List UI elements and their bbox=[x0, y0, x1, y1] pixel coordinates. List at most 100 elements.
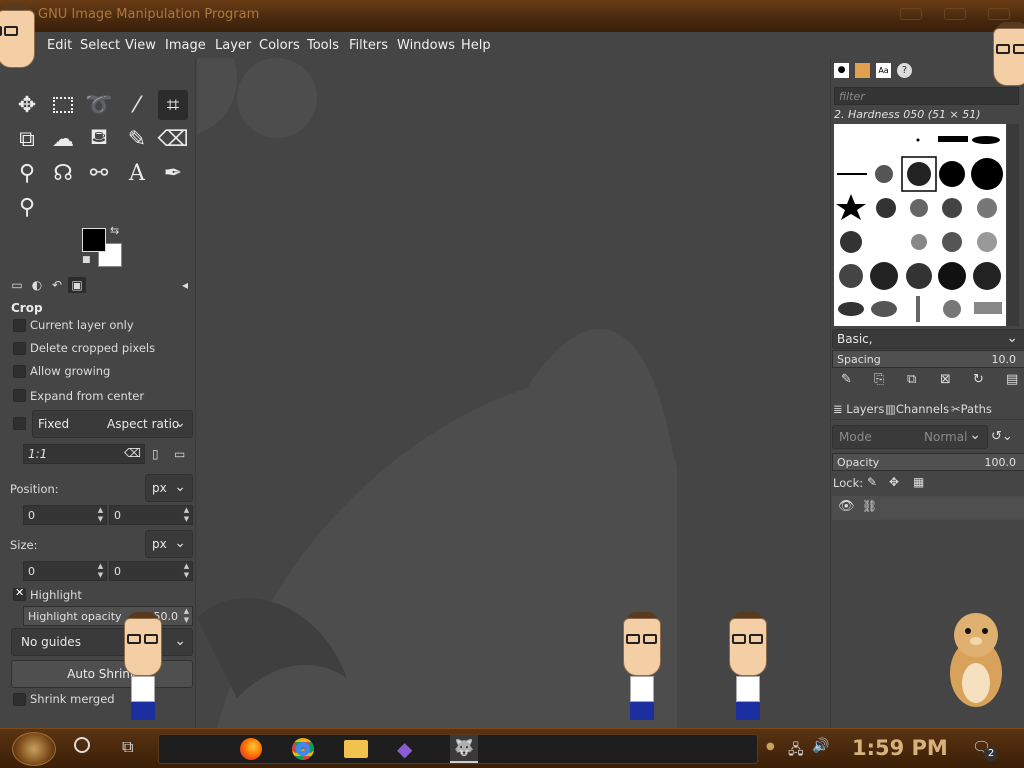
brush-preset-select[interactable]: Basic, ⌄ bbox=[832, 329, 1024, 349]
spin-arrows-icon[interactable]: ▲ ▼ bbox=[181, 607, 192, 625]
edit-brush-icon[interactable]: ✎ bbox=[841, 372, 852, 387]
menu-colors[interactable]: Colors bbox=[259, 38, 300, 53]
brushes-tab-icon[interactable]: ● bbox=[834, 63, 849, 78]
visual-studio-app-icon[interactable]: ◆ bbox=[397, 737, 412, 761]
default-colors-icon[interactable]: ■ bbox=[82, 255, 91, 265]
lasso-tool-icon[interactable]: ➰ bbox=[84, 90, 114, 120]
delete-brush-icon[interactable]: ⊠ bbox=[940, 372, 951, 387]
menu-layer[interactable]: Layer bbox=[215, 38, 251, 53]
lock-pixels-icon[interactable]: ✎ bbox=[867, 475, 877, 489]
current-layer-only-checkbox[interactable] bbox=[13, 319, 26, 332]
layer-opacity-slider[interactable]: Opacity 100.0 bbox=[832, 453, 1024, 471]
close-button[interactable] bbox=[988, 8, 1010, 20]
transform-tool-icon[interactable]: ⧉ bbox=[12, 124, 42, 154]
brush-scrollbar[interactable] bbox=[1007, 124, 1019, 326]
size-height-input[interactable]: 0 ▲ ▼ bbox=[109, 561, 193, 581]
chrome-app-icon[interactable] bbox=[292, 738, 314, 760]
spacing-slider[interactable]: Spacing 10.0 bbox=[832, 350, 1024, 368]
layer-list[interactable]: 👁 ⛓ bbox=[832, 496, 1024, 520]
position-unit-select[interactable]: px ⌄ bbox=[145, 474, 193, 502]
fixed-checkbox[interactable] bbox=[13, 417, 26, 430]
search-circle-icon[interactable] bbox=[74, 737, 90, 753]
lock-alpha-icon[interactable]: ▦ bbox=[913, 475, 924, 489]
menu-help[interactable]: Help bbox=[461, 38, 491, 53]
size-unit-select[interactable]: px ⌄ bbox=[145, 530, 193, 558]
device-status-tab-icon[interactable]: ◐ bbox=[28, 277, 46, 293]
refresh-brushes-icon[interactable]: ↻ bbox=[973, 372, 984, 387]
menu-select[interactable]: Select bbox=[80, 38, 120, 53]
tool-options-tab-icon[interactable]: ▭ bbox=[8, 277, 26, 293]
brush-grid[interactable] bbox=[834, 124, 1006, 326]
layer-visibility-icon[interactable]: 👁 bbox=[838, 499, 855, 514]
landscape-icon[interactable]: ▭ bbox=[174, 447, 185, 461]
text-tool-icon[interactable]: A bbox=[122, 158, 152, 188]
rect-select-tool-icon[interactable] bbox=[48, 90, 78, 120]
images-tab-icon[interactable]: ▣ bbox=[68, 277, 86, 293]
fuzzy-select-tool-icon[interactable]: ⁄ bbox=[122, 90, 152, 120]
chevron-down-icon: ⌄ bbox=[969, 427, 981, 443]
portrait-icon[interactable]: ▯ bbox=[152, 447, 159, 461]
task-view-icon[interactable]: ⧉ bbox=[122, 737, 133, 757]
clone-tool-icon[interactable]: ⚲ bbox=[12, 158, 42, 188]
position-x-input[interactable]: 0 ▲ ▼ bbox=[23, 505, 107, 525]
menu-filters[interactable]: Filters bbox=[349, 38, 388, 53]
duplicate-brush-icon[interactable]: ⧉ bbox=[907, 372, 916, 387]
firefox-app-icon[interactable] bbox=[240, 738, 262, 760]
new-brush-icon[interactable]: ⎘ bbox=[874, 372, 884, 387]
bucket-fill-tool-icon[interactable]: ⛾ bbox=[84, 124, 114, 154]
start-button[interactable] bbox=[12, 732, 56, 766]
reset-mode-icon[interactable]: ↺⌄ bbox=[991, 429, 1013, 444]
color-picker-tool-icon[interactable]: ✒ bbox=[158, 158, 188, 188]
lock-position-icon[interactable]: ✥ bbox=[889, 475, 899, 489]
minimize-button[interactable] bbox=[900, 8, 922, 20]
warp-tool-icon[interactable]: ☁ bbox=[48, 124, 78, 154]
file-explorer-app-icon[interactable] bbox=[344, 740, 368, 758]
network-icon[interactable]: 🖧 bbox=[788, 739, 804, 763]
configure-tab-icon[interactable]: ◂ bbox=[176, 277, 194, 293]
layer-mode-select[interactable]: Mode Normal ⌄ bbox=[832, 425, 988, 449]
volume-icon[interactable]: 🔊 bbox=[812, 738, 829, 754]
menu-view[interactable]: View bbox=[125, 38, 156, 53]
fonts-tab-icon[interactable]: Aa bbox=[876, 63, 891, 78]
layer-chain-icon[interactable]: ⛓ bbox=[862, 499, 877, 513]
show-hidden-icons-icon[interactable]: ● bbox=[766, 741, 775, 752]
expand-from-center-checkbox[interactable] bbox=[13, 389, 26, 402]
layer-name-area[interactable] bbox=[880, 498, 1024, 518]
menu-image[interactable]: Image bbox=[165, 38, 206, 53]
spin-arrows-icon[interactable]: ▲ ▼ bbox=[181, 506, 192, 524]
spin-arrows-icon[interactable]: ▲ ▼ bbox=[181, 562, 192, 580]
open-brush-folder-icon[interactable]: ▤ bbox=[1006, 372, 1018, 387]
position-y-input[interactable]: 0 ▲ ▼ bbox=[109, 505, 193, 525]
allow-growing-checkbox[interactable] bbox=[13, 365, 26, 378]
shrink-merged-checkbox[interactable] bbox=[13, 693, 26, 706]
smudge-tool-icon[interactable]: ☊ bbox=[48, 158, 78, 188]
size-width-input[interactable]: 0 ▲ ▼ bbox=[23, 561, 107, 581]
maximize-button[interactable] bbox=[944, 8, 966, 20]
undo-history-tab-icon[interactable]: ↶ bbox=[48, 277, 66, 293]
foreground-color-swatch[interactable] bbox=[82, 228, 106, 252]
clear-ratio-icon[interactable]: ⌫ bbox=[124, 446, 141, 460]
patterns-tab-icon[interactable] bbox=[855, 63, 870, 78]
tab-channels[interactable]: ▥Channels bbox=[885, 402, 949, 416]
spin-arrows-icon[interactable]: ▲ ▼ bbox=[95, 506, 106, 524]
eraser-tool-icon[interactable]: ⌫ bbox=[157, 124, 188, 154]
zoom-tool-icon[interactable]: ⚲ bbox=[12, 192, 42, 222]
taskbar-clock[interactable]: 1:59 PM bbox=[852, 736, 948, 760]
paths-tool-icon[interactable]: ⚯ bbox=[84, 158, 114, 188]
paintbrush-tool-icon[interactable]: ✎ bbox=[122, 124, 152, 154]
gimp-app-icon[interactable]: 🐺 bbox=[450, 735, 478, 763]
spin-arrows-icon[interactable]: ▲ ▼ bbox=[95, 562, 106, 580]
swap-colors-icon[interactable]: ⇆ bbox=[110, 224, 119, 237]
tab-layers[interactable]: ≣ Layers bbox=[833, 402, 884, 416]
fixed-mode-select[interactable]: Fixed Aspect ratio ⌄ bbox=[32, 410, 193, 438]
delete-cropped-pixels-checkbox[interactable] bbox=[13, 342, 26, 355]
highlight-checkbox[interactable] bbox=[13, 586, 26, 601]
help-tab-icon[interactable]: ? bbox=[897, 63, 912, 78]
menu-windows[interactable]: Windows bbox=[397, 38, 455, 53]
tab-paths[interactable]: ✂Paths bbox=[951, 402, 992, 416]
menu-edit[interactable]: Edit bbox=[47, 38, 72, 53]
menu-tools[interactable]: Tools bbox=[307, 38, 339, 53]
selected-brush-name: 2. Hardness 050 (51 × 51) bbox=[834, 108, 981, 121]
crop-tool-icon[interactable]: ⌗ bbox=[158, 90, 188, 120]
ratio-input[interactable]: 1:1 ⌫ bbox=[23, 444, 145, 464]
